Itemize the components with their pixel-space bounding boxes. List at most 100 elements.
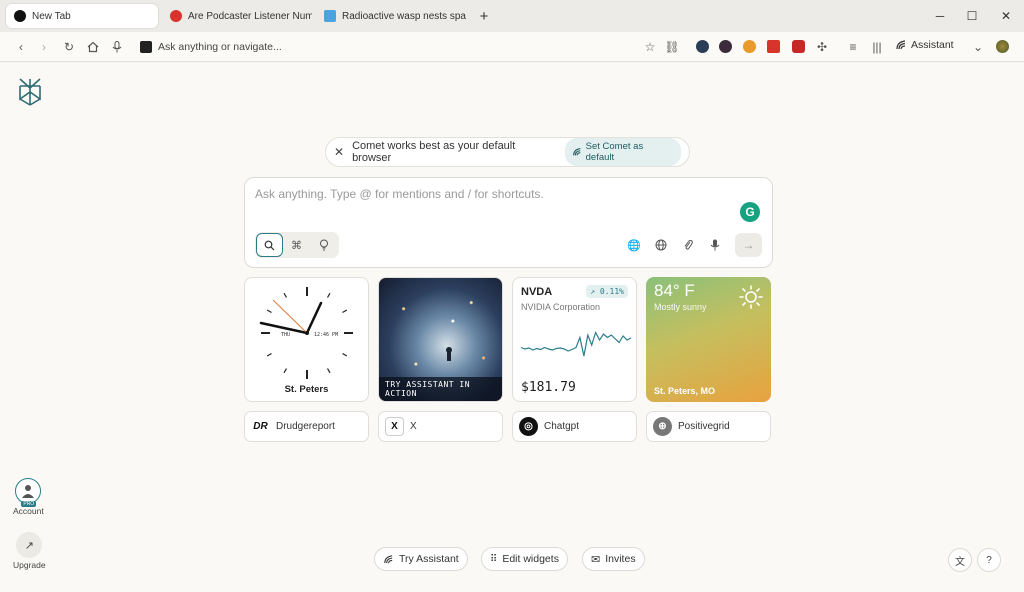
globe-logo-icon: ⊕ (653, 417, 672, 436)
set-default-button[interactable]: Set Comet as default (564, 138, 681, 166)
clock-tick (326, 368, 331, 374)
browser-toolbar: ‹ › ↻ Ask anything or navigate... ☆ ⛓ ✣ … (0, 32, 1024, 62)
invites-button[interactable]: ✉ Invites (582, 547, 645, 571)
clock-tick (266, 352, 272, 357)
microphone-icon[interactable] (109, 39, 125, 55)
omnibox[interactable]: Ask anything or navigate... (140, 39, 282, 55)
profile-avatar[interactable] (996, 40, 1009, 53)
ask-box: G ⌘ 🌐 → (244, 177, 773, 268)
tab-new-tab[interactable]: New Tab (6, 4, 158, 28)
arrow-up-right-icon: ↗ (16, 532, 43, 558)
close-window-button[interactable]: ✕ (996, 6, 1016, 26)
reload-icon[interactable]: ↻ (61, 39, 77, 55)
news-favicon-icon (170, 10, 182, 22)
menu-lines-icon[interactable]: ≡ (845, 39, 861, 55)
stock-company-name: NVIDIA Corporation (521, 302, 601, 312)
search-input[interactable] (255, 187, 715, 201)
audio-wave-icon[interactable]: ||| (869, 39, 885, 55)
tab-bar: New Tab Are Podcaster Listener Numbe Rad… (0, 0, 1024, 32)
grammarly-icon[interactable]: G (740, 202, 760, 222)
link-icon[interactable]: ⛓ (664, 39, 680, 55)
try-assistant-button[interactable]: Try Assistant (374, 547, 468, 571)
search-mode-icon[interactable] (256, 233, 283, 257)
try-assistant-label: Try Assistant (399, 553, 459, 565)
translate-icon[interactable]: 文 (948, 548, 972, 572)
clock-tick (342, 352, 348, 357)
shortcut-x[interactable]: X X (378, 411, 503, 442)
send-arrow-button[interactable]: → (735, 233, 762, 257)
extension-icon[interactable] (719, 40, 732, 53)
comet-icon (896, 40, 906, 50)
upgrade-label: Upgrade (13, 560, 46, 570)
shortcut-positivegrid[interactable]: ⊕ Positivegrid (646, 411, 771, 442)
comet-icon (384, 554, 393, 563)
extension-icon[interactable] (696, 40, 709, 53)
shortcut-chatgpt[interactable]: ◎ Chatgpt (512, 411, 637, 442)
clock-day: THU (281, 332, 290, 338)
minimize-button[interactable]: ─ (930, 6, 950, 26)
promo-caption: TRY ASSISTANT IN ACTION (379, 377, 502, 401)
shortcut-drudgereport[interactable]: DR Drudgereport (244, 411, 369, 442)
site-icon (140, 41, 152, 53)
default-browser-banner: ✕ Comet works best as your default brows… (325, 137, 690, 167)
extension-icon[interactable] (792, 40, 805, 53)
clock-tick (342, 309, 348, 314)
clock-tick (266, 309, 272, 314)
stock-widget[interactable]: NVDA ↗ 0.11% NVIDIA Corporation $181.79 (512, 277, 637, 402)
home-icon[interactable] (85, 39, 101, 55)
shortcut-label: Positivegrid (678, 421, 730, 432)
close-icon[interactable]: ✕ (334, 145, 344, 159)
megaphone-extension-icon[interactable] (767, 40, 780, 53)
sun-icon (739, 285, 763, 309)
clock-widget[interactable]: THU 12:46 PM St. Peters (244, 277, 369, 402)
assistant-label: Assistant (911, 39, 954, 51)
omnibox-placeholder: Ask anything or navigate... (158, 41, 282, 53)
chatgpt-logo-icon: ◎ (519, 417, 538, 436)
weather-temperature: 84° F (654, 281, 695, 300)
set-default-label: Set Comet as default (585, 141, 644, 163)
tab-title: Radioactive wasp nests spark (342, 10, 466, 22)
drudgereport-logo-icon: DR (253, 421, 268, 432)
pro-badge: PRO (21, 501, 37, 507)
attach-paperclip-icon[interactable] (680, 237, 696, 253)
tab-podcaster[interactable]: Are Podcaster Listener Numbe (162, 4, 312, 28)
butterfly-favicon-icon (324, 10, 336, 22)
user-icon (22, 485, 35, 498)
clock-digital-time: 12:46 PM (314, 332, 338, 338)
web-globe-icon[interactable] (653, 237, 669, 253)
account-button[interactable]: PRO Account (13, 478, 44, 516)
upgrade-button[interactable]: ↗ Upgrade (13, 532, 46, 570)
shortcut-label: Drudgereport (276, 421, 335, 432)
lightbulb-mode-icon[interactable] (310, 233, 337, 257)
bookmark-star-icon[interactable]: ☆ (642, 39, 658, 55)
forward-icon[interactable]: › (36, 39, 52, 55)
new-tab-button[interactable]: + (474, 6, 494, 26)
chevron-down-icon[interactable]: ⌄ (970, 39, 986, 55)
mode-switcher: ⌘ (255, 232, 339, 258)
comet-icon (572, 148, 581, 156)
microphone-icon[interactable] (707, 237, 723, 253)
envelope-icon: ✉ (591, 553, 601, 566)
hour-hand (305, 301, 323, 335)
weather-widget[interactable]: 84° F Mostly sunny St. Peters, MO (646, 277, 771, 402)
back-icon[interactable]: ‹ (13, 39, 29, 55)
language-globe-icon[interactable]: 🌐 (626, 237, 642, 253)
grid-dots-icon: ⠿ (490, 553, 498, 565)
stock-symbol: NVDA (521, 286, 553, 298)
help-icon[interactable]: ? (977, 548, 1001, 572)
maximize-button[interactable]: ☐ (962, 6, 982, 26)
stock-change-badge: ↗ 0.11% (586, 285, 628, 298)
tab-radioactive-wasp[interactable]: Radioactive wasp nests spark (316, 4, 466, 28)
invites-label: Invites (605, 553, 636, 565)
extension-icon[interactable] (743, 40, 756, 53)
shortcut-label: Chatgpt (544, 421, 580, 432)
edit-widgets-button[interactable]: ⠿ Edit widgets (481, 547, 568, 571)
research-mode-icon[interactable]: ⌘ (283, 233, 310, 257)
weather-location: St. Peters, MO (654, 386, 716, 396)
puzzle-extensions-icon[interactable]: ✣ (814, 39, 830, 55)
perplexity-logo-icon (19, 78, 41, 106)
assistant-button[interactable]: Assistant (895, 39, 954, 51)
assistant-promo-widget[interactable]: TRY ASSISTANT IN ACTION (378, 277, 503, 402)
new-tab-page: ✕ Comet works best as your default brows… (0, 63, 1024, 592)
comet-favicon-icon (14, 10, 26, 22)
